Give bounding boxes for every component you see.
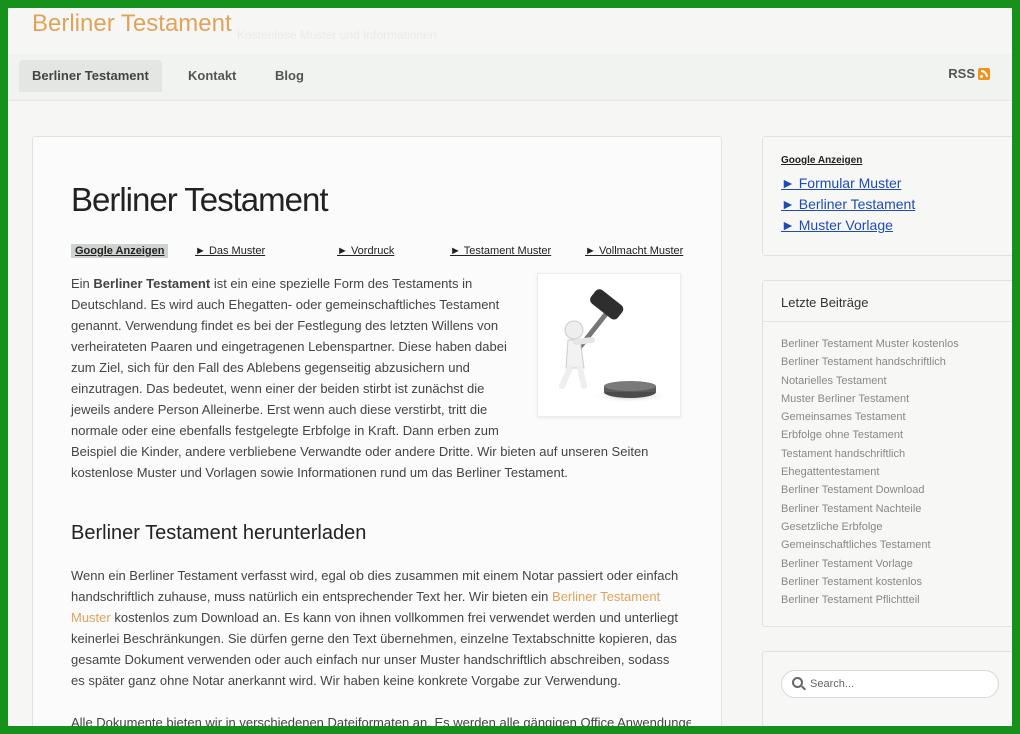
page: Berliner Testament Kostenlose Muster und… [8, 8, 1012, 726]
ad-label[interactable]: Google Anzeigen [71, 244, 169, 258]
recent-post-link[interactable]: Berliner Testament kostenlos [781, 573, 959, 591]
recent-post-link[interactable]: Notarielles Testament [781, 372, 959, 390]
intro-text-pre: Ein [71, 276, 94, 291]
nav-item-kontakt[interactable]: Kontakt [175, 60, 249, 92]
search-input[interactable] [808, 674, 992, 694]
recent-post-link[interactable]: Berliner Testament Nachteile [781, 500, 959, 518]
ad-link-vollmacht-muster[interactable]: ► Vollmacht Muster [585, 245, 683, 257]
section-heading-download: Berliner Testament herunterladen [71, 522, 367, 544]
gavel-image [537, 273, 681, 417]
site-tagline: Kostenlose Muster und Informationen [237, 28, 437, 42]
recent-post-link[interactable]: Berliner Testament Vorlage [781, 555, 959, 573]
rss-icon [978, 68, 990, 80]
sidebar-ads-widget: Google Anzeigen ► Formular Muster ► Berl… [762, 136, 1012, 256]
recent-posts-widget: Letzte Beiträge Berliner Testament Muste… [762, 280, 1012, 627]
gavel-figure-icon [559, 289, 670, 403]
divider [763, 321, 1012, 322]
intro-text-bold: Berliner Testament [93, 276, 211, 291]
recent-post-link[interactable]: Ehegattentestament [781, 463, 959, 481]
recent-post-link[interactable]: Berliner Testament Muster kostenlos [781, 335, 959, 353]
post-title: Berliner Testament [71, 181, 329, 218]
intro-paragraph: Ein Berliner Testament ist ein eine spez… [71, 273, 681, 483]
sidebar-ad-formular-muster[interactable]: ► Formular Muster [781, 175, 901, 191]
site-title[interactable]: Berliner Testament [32, 10, 232, 38]
nav-item-berliner-testament[interactable]: Berliner Testament [19, 60, 162, 92]
p2-text-rest: kostenlos zum Download an. Es kann von i… [71, 610, 678, 688]
sidebar-ads-title[interactable]: Google Anzeigen [781, 155, 862, 166]
recent-posts-list: Berliner Testament Muster kostenlos Berl… [781, 335, 959, 609]
recent-post-link[interactable]: Gemeinschaftliches Testament [781, 536, 959, 554]
sidebar-ad-berliner-testament[interactable]: ► Berliner Testament [781, 196, 915, 212]
search-box [781, 670, 999, 698]
recent-post-link[interactable]: Testament handschriftlich [781, 445, 959, 463]
recent-post-link[interactable]: Berliner Testament Download [781, 481, 959, 499]
main-content: Berliner Testament Google Anzeigen ► Das… [32, 136, 722, 726]
ad-link-vordruck[interactable]: ► Vordruck [337, 245, 394, 257]
recent-post-link[interactable]: Gemeinsames Testament [781, 408, 959, 426]
download-paragraph: Wenn ein Berliner Testament verfasst wir… [71, 565, 681, 691]
ad-link-testament-muster[interactable]: ► Testament Muster [450, 245, 551, 257]
recent-post-link[interactable]: Erbfolge ohne Testament [781, 426, 959, 444]
recent-post-link[interactable]: Berliner Testament Pflichtteil [781, 591, 959, 609]
search-widget [762, 651, 1012, 726]
recent-post-link[interactable]: Berliner Testament handschriftlich [781, 353, 959, 371]
recent-post-link[interactable]: Muster Berliner Testament [781, 390, 959, 408]
formats-paragraph: Alle Dokumente bieten wir in verschieden… [71, 715, 691, 726]
rss-label: RSS [948, 66, 975, 81]
ad-links-bar: Google Anzeigen ► Das Muster ► Vordruck … [71, 244, 701, 260]
ad-link-das-muster[interactable]: ► Das Muster [195, 245, 265, 257]
main-navigation: Berliner Testament Kontakt Blog [8, 54, 1012, 101]
nav-item-blog[interactable]: Blog [262, 60, 317, 92]
rss-link[interactable]: RSS [948, 66, 990, 81]
recent-post-link[interactable]: Gesetzliche Erbfolge [781, 518, 959, 536]
recent-posts-title: Letzte Beiträge [781, 295, 869, 310]
sidebar-ad-muster-vorlage[interactable]: ► Muster Vorlage [781, 217, 893, 233]
search-icon [792, 677, 803, 688]
